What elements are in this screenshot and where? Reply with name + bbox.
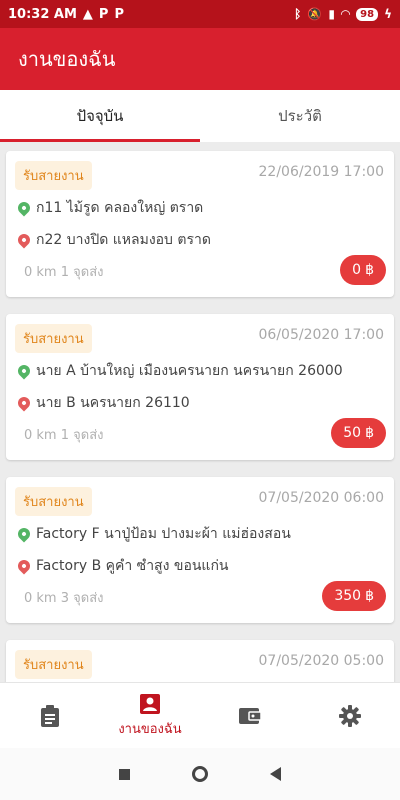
job-list[interactable]: รับสายงาน 22/06/2019 17:00 ก11 ไม้รูด คล… [0,142,400,682]
dropoff-address: นาย B นครนายก 26110 [36,395,190,411]
app-bar: งานของฉัน [0,28,400,90]
baht-icon: ฿ [365,262,374,278]
gear-icon [339,704,361,727]
charging-icon: ϟ [384,7,392,21]
status-time: 10:32 AM [8,6,77,22]
dropoff-row: ก22 บางปิด แหลมงอบ ตราด [15,229,211,251]
job-card[interactable]: รับสายงาน 07/05/2020 05:00 [6,640,394,682]
job-datetime: 22/06/2019 17:00 [258,164,385,180]
job-meta: 0 km 1 จุดส่ง [24,428,104,443]
dropoff-pin-icon [15,394,33,412]
pickup-address: นาย A บ้านใหญ่ เมืองนครนายก นครนายก 2600… [36,363,343,379]
pickup-row: ก11 ไม้รูด คลองใหญ่ ตราด [15,197,204,219]
nav-wallet[interactable] [200,683,300,748]
pickup-pin-icon [15,362,33,380]
account-box-icon [140,693,160,714]
price-badge: 350 ฿ [322,581,386,611]
price-value: 50 [343,425,362,441]
dropoff-pin-icon [15,557,33,575]
nav-settings[interactable] [300,683,400,748]
pickup-pin-icon [15,199,33,217]
baht-icon: ฿ [365,588,374,604]
pickup-pin-icon [15,525,33,543]
tab-bar: ปัจจุบัน ประวัติ [0,90,400,142]
status-bar: 10:32 AM ▲ P P ᛒ 🔕 ▮ ◠ 98 ϟ [0,0,400,28]
pickup-row: นาย A บ้านใหญ่ เมืองนครนายก นครนายก 2600… [15,360,343,382]
job-card[interactable]: รับสายงาน 07/05/2020 06:00 Factory F นาป… [6,477,394,623]
nav-my-jobs-label: งานของฉัน [118,721,182,737]
status-badge: รับสายงาน [15,650,92,679]
system-nav-bar [0,748,400,800]
clipboard-icon [41,704,59,727]
pickup-address: Factory F นาปู่ป้อม ปางมะผ้า แม่ฮ่องสอน [36,526,291,542]
status-badge: รับสายงาน [15,161,92,190]
p-icon: P [114,6,124,22]
alert-icon: ▲ [82,6,93,22]
battery-icon: 98 [356,7,379,21]
wallet-icon [239,707,262,724]
wifi-icon: ◠ [340,7,351,21]
pickup-address: ก11 ไม้รูด คลองใหญ่ ตราด [36,200,204,216]
bottom-nav: งานของฉัน [0,682,400,748]
dropoff-row: นาย B นครนายก 26110 [15,392,190,414]
mute-icon: 🔕 [307,7,323,21]
tab-history[interactable]: ประวัติ [200,90,400,142]
status-badge: รับสายงาน [15,324,92,353]
nav-jobs[interactable] [0,683,100,748]
recents-icon[interactable] [119,768,130,780]
job-datetime: 06/05/2020 17:00 [258,327,385,343]
job-meta: 0 km 1 จุดส่ง [24,265,104,280]
job-card[interactable]: รับสายงาน 06/05/2020 17:00 นาย A บ้านใหญ… [6,314,394,460]
price-value: 0 [352,262,362,278]
price-badge: 50 ฿ [331,418,386,448]
dropoff-address: Factory B คูคำ ซำสูง ขอนแก่น [36,558,229,574]
job-datetime: 07/05/2020 06:00 [258,490,385,506]
price-value: 350 [334,588,362,604]
price-badge: 0 ฿ [340,255,386,285]
baht-icon: ฿ [365,425,374,441]
nav-my-jobs[interactable]: งานของฉัน [100,683,200,748]
dropoff-pin-icon [15,231,33,249]
job-datetime: 07/05/2020 05:00 [258,653,385,669]
job-meta: 0 km 3 จุดส่ง [24,591,104,606]
back-icon[interactable] [270,767,281,781]
tab-current[interactable]: ปัจจุบัน [0,90,200,142]
p-icon: P [98,6,109,22]
pickup-row: Factory F นาปู่ป้อม ปางมะผ้า แม่ฮ่องสอน [15,523,291,545]
job-card[interactable]: รับสายงาน 22/06/2019 17:00 ก11 ไม้รูด คล… [6,151,394,297]
page-title: งานของฉัน [18,47,116,71]
bluetooth-icon: ᛒ [294,7,302,21]
signal-icon: ▮ [328,7,335,21]
status-badge: รับสายงาน [15,487,92,516]
home-icon[interactable] [192,766,208,782]
dropoff-address: ก22 บางปิด แหลมงอบ ตราด [36,232,211,248]
dropoff-row: Factory B คูคำ ซำสูง ขอนแก่น [15,555,229,577]
